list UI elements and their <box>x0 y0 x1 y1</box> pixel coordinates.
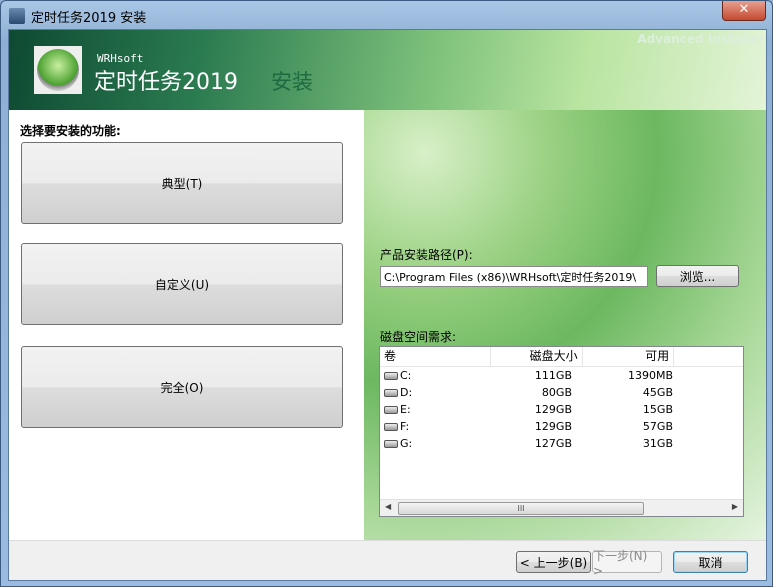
scroll-left-icon[interactable]: ◀ <box>385 502 391 511</box>
features-heading: 选择要安装的功能: <box>20 124 121 138</box>
product-title: 定时任务2019 <box>94 70 238 95</box>
size-cell: 129GB <box>534 420 572 433</box>
volume-cell: F: <box>380 418 493 435</box>
available-cell: 1390MB <box>627 369 673 382</box>
complete-button[interactable]: 完全(O) <box>21 346 343 428</box>
client-area: Advanced Installer WRHsoft 定时任务2019 安装 选… <box>8 29 767 581</box>
close-button[interactable]: ✕ <box>722 1 766 21</box>
browse-button[interactable]: 浏览... <box>656 265 739 287</box>
product-logo <box>34 46 82 94</box>
action-title: 安装 <box>271 70 313 94</box>
scroll-right-icon[interactable]: ▶ <box>732 502 738 511</box>
typical-button[interactable]: 典型(T) <box>21 142 343 224</box>
table-row[interactable]: C: 111GB 1390MB <box>380 367 743 384</box>
app-icon <box>9 8 25 24</box>
feature-panel: 选择要安装的功能: 典型(T) 自定义(U) 完全(O) <box>9 110 364 540</box>
column-size[interactable]: 磁盘大小 <box>491 347 583 366</box>
table-row[interactable]: G: 127GB 31GB <box>380 435 743 452</box>
installer-window: 定时任务2019 安装 ✕ Advanced Installer WRHsoft… <box>0 0 773 587</box>
volume-cell: D: <box>380 384 493 401</box>
available-cell: 57GB <box>642 420 673 433</box>
available-cell: 31GB <box>642 437 673 450</box>
next-button[interactable]: 下一步(N) > <box>592 549 662 578</box>
custom-button[interactable]: 自定义(U) <box>21 243 343 325</box>
column-available[interactable]: 可用 <box>583 347 675 366</box>
header-banner: Advanced Installer WRHsoft 定时任务2019 安装 <box>9 30 766 110</box>
window-title: 定时任务2019 安装 <box>31 10 147 26</box>
column-volume[interactable]: 卷 <box>380 347 492 366</box>
disk-label: 磁盘空间需求: <box>380 330 457 344</box>
title-bar: 定时任务2019 安装 <box>9 5 146 27</box>
available-cell: 45GB <box>642 386 673 399</box>
volume-cell: E: <box>380 401 493 418</box>
drive-icon <box>384 439 398 448</box>
table-row[interactable]: D: 80GB 45GB <box>380 384 743 401</box>
size-cell: 80GB <box>541 386 572 399</box>
install-path-input[interactable]: C:\Program Files (x86)\WRHsoft\定时任务2019\ <box>380 266 648 287</box>
install-panel: 产品安装路径(P): C:\Program Files (x86)\WRHsof… <box>364 110 766 540</box>
size-cell: 111GB <box>534 369 572 382</box>
drive-icon <box>384 371 398 380</box>
scroll-thumb[interactable]: III <box>398 502 644 515</box>
disk-space-list[interactable]: 卷 磁盘大小 可用 C: 111GB 1390MB D: 80GB 45GB E: 129GB… <box>379 346 744 517</box>
volume-cell: C: <box>380 367 493 384</box>
available-cell: 15GB <box>642 403 673 416</box>
volume-cell: G: <box>380 435 493 452</box>
size-cell: 127GB <box>534 437 572 450</box>
horizontal-scrollbar[interactable]: ◀ III ▶ <box>380 499 743 516</box>
list-header: 卷 磁盘大小 可用 <box>380 347 743 367</box>
drive-icon <box>384 388 398 397</box>
back-button[interactable]: < 上一步(B) <box>516 551 591 573</box>
drive-icon <box>384 422 398 431</box>
table-row[interactable]: F: 129GB 57GB <box>380 418 743 435</box>
cancel-button[interactable]: 取消 <box>673 551 748 573</box>
table-row[interactable]: E: 129GB 15GB <box>380 401 743 418</box>
drive-icon <box>384 405 398 414</box>
size-cell: 129GB <box>534 403 572 416</box>
watermark: Advanced Installer <box>637 32 764 46</box>
path-label: 产品安装路径(P): <box>380 248 473 262</box>
navigation-bar: < 上一步(B) 下一步(N) > 取消 <box>9 540 766 580</box>
